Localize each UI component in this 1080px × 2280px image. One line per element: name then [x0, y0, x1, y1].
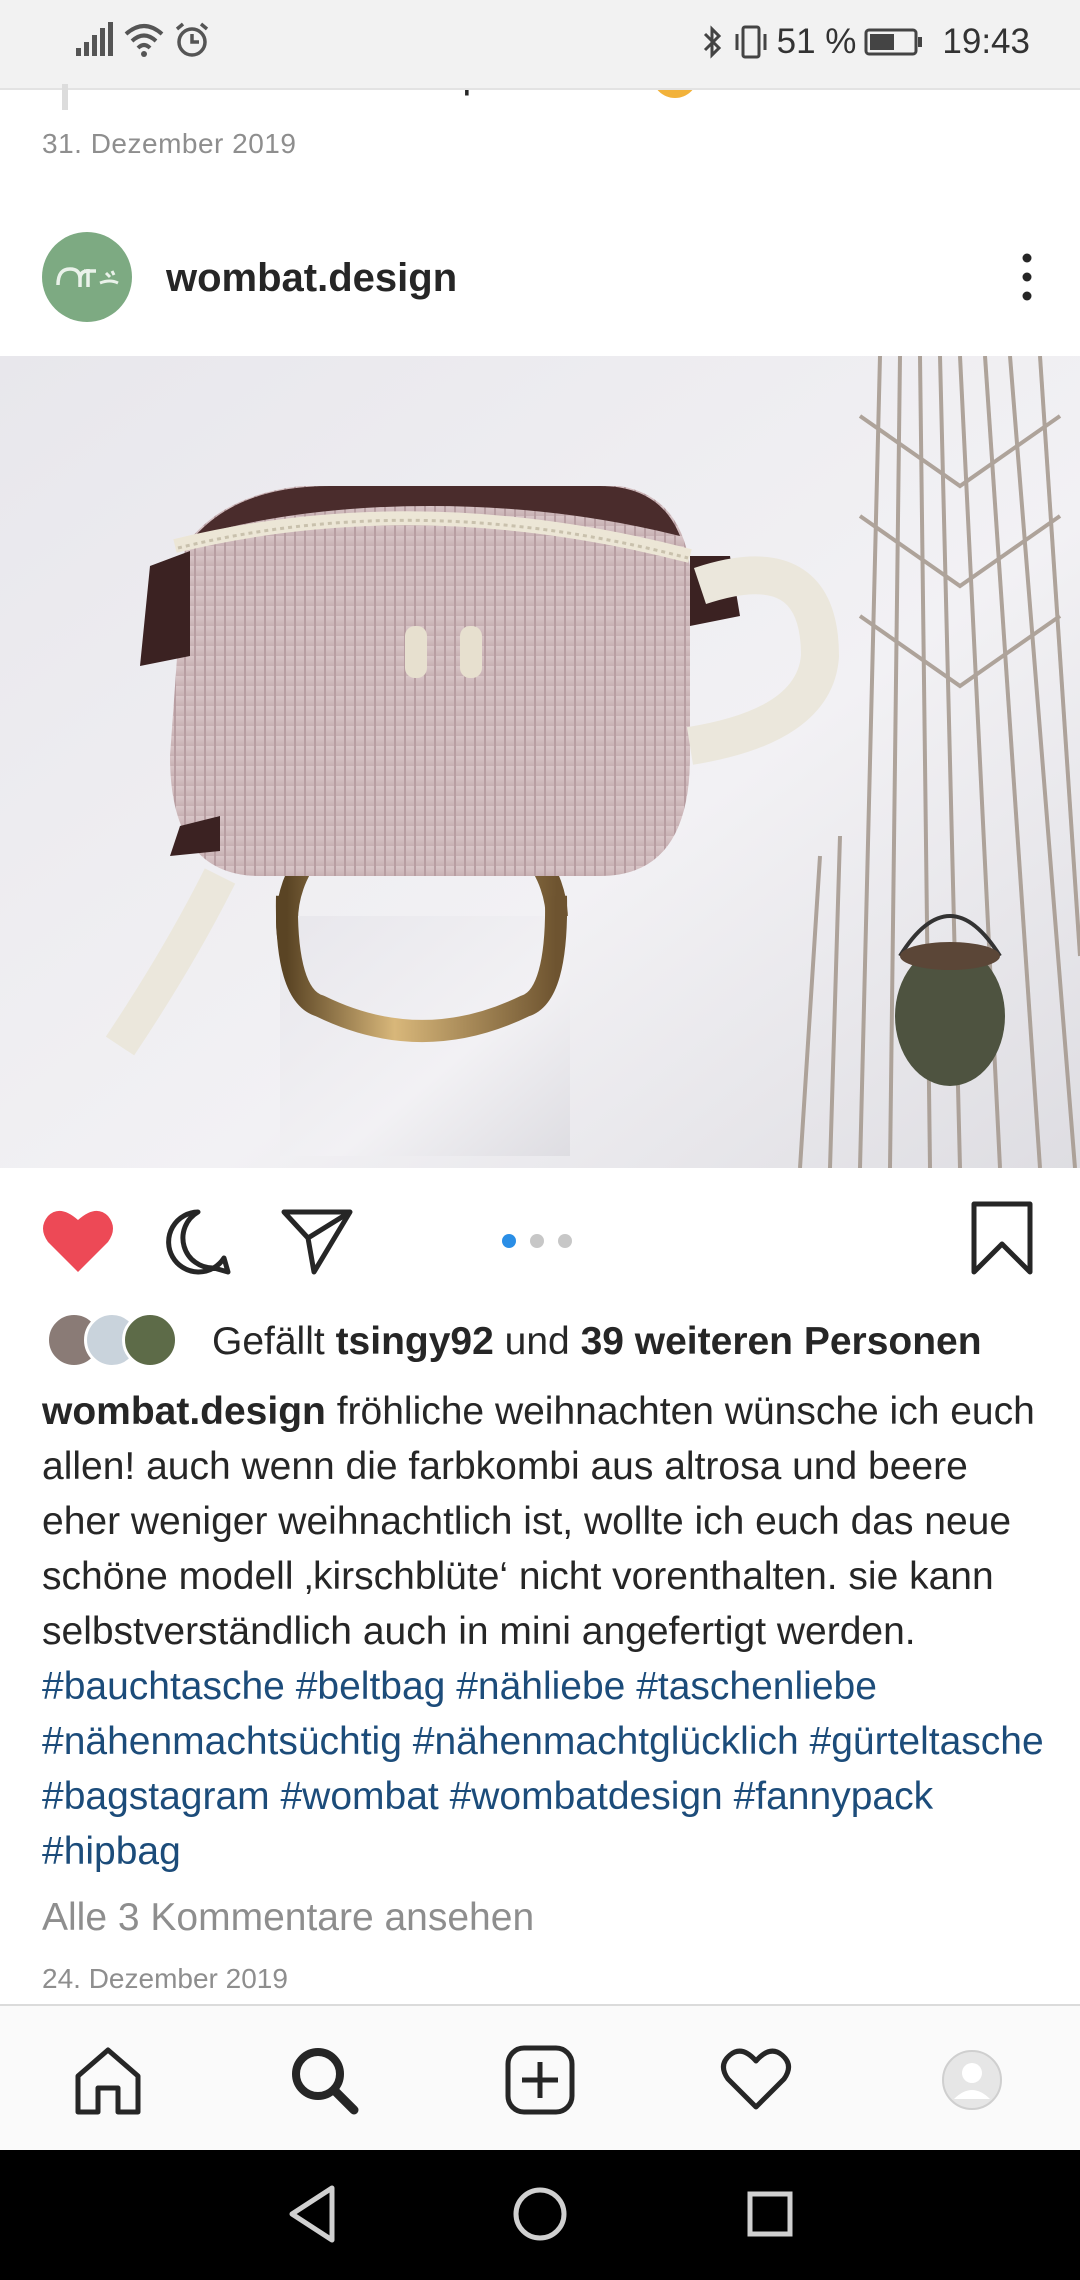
nav-activity[interactable]: [718, 2042, 794, 2118]
post-date: 24. Dezember 2019: [42, 1963, 288, 1994]
hashtag-link[interactable]: #nähliebe: [456, 1665, 625, 1708]
liker-avatars: [46, 1312, 186, 1368]
likes-row[interactable]: Gefällt tsingy92 und 39 weiteren Persone…: [42, 1310, 1042, 1372]
system-navigation-bar: [0, 2150, 1080, 2280]
hashtag-link[interactable]: #fannypack: [734, 1775, 933, 1818]
like-heart-icon[interactable]: [40, 1206, 116, 1276]
more-options-icon[interactable]: [1012, 252, 1042, 302]
carousel-indicator: [502, 1234, 572, 1248]
hashtag-list: #bauchtasche #beltbag #nähliebe #taschen…: [42, 1665, 1044, 1873]
likes-text: Gefällt tsingy92 und 39 weiteren Persone…: [212, 1320, 982, 1364]
post-photo[interactable]: [0, 356, 1080, 1168]
post-username[interactable]: wombat.design: [166, 256, 457, 301]
activity-icon: [721, 2048, 791, 2110]
battery-icon: [864, 28, 923, 56]
hashtag-link[interactable]: #taschenliebe: [636, 1665, 877, 1708]
battery-percent: 51 %: [776, 22, 857, 61]
bluetooth-icon: [703, 25, 721, 59]
hashtag-link[interactable]: #wombatdesign: [450, 1775, 723, 1818]
bottom-navigation: [0, 2004, 1080, 2150]
hashtag-link[interactable]: #beltbag: [296, 1665, 446, 1708]
search-icon: [292, 2048, 359, 2115]
vibrate-icon: [735, 25, 767, 59]
post-actions: [0, 1196, 1080, 1276]
post-caption: wombat.design fröhliche weihnachten wüns…: [42, 1384, 1052, 1879]
likes-conjunction: und: [504, 1320, 570, 1363]
caption-username[interactable]: wombat.design: [42, 1390, 326, 1433]
recents-icon[interactable]: [742, 2182, 798, 2246]
hashtag-link[interactable]: #nähenmachtglücklich: [413, 1720, 799, 1763]
avatar[interactable]: [42, 232, 132, 322]
previous-post-divider: [62, 84, 68, 110]
carousel-dot: [558, 1234, 572, 1248]
back-icon[interactable]: [284, 2182, 340, 2246]
comment-icon[interactable]: [162, 1206, 234, 1278]
bookmark-icon[interactable]: [968, 1200, 1036, 1276]
share-icon[interactable]: [280, 1206, 354, 1276]
nav-profile[interactable]: [934, 2042, 1010, 2118]
view-comments-link[interactable]: Alle 3 Kommentare ansehen: [42, 1896, 534, 1940]
likes-others[interactable]: 39 weiteren Personen: [581, 1320, 982, 1363]
home-icon: [75, 2047, 141, 2115]
status-bar: 51 % 19:43: [0, 0, 1080, 90]
home-circle-icon[interactable]: [510, 2182, 570, 2246]
wombat-logo-icon: [56, 267, 119, 287]
hashtag-link[interactable]: #bauchtasche: [42, 1665, 285, 1708]
clock: 19:43: [942, 22, 1030, 61]
previous-post-date: 31. Dezember 2019: [42, 128, 297, 159]
hashtag-link[interactable]: #hipbag: [42, 1830, 181, 1873]
nav-home[interactable]: [70, 2042, 146, 2118]
likes-prefix: Gefällt: [212, 1320, 325, 1363]
new-post-icon: [505, 2045, 575, 2115]
liker-username[interactable]: tsingy92: [336, 1320, 494, 1363]
profile-icon: [942, 2050, 1002, 2110]
wifi-icon: [124, 24, 164, 57]
hashtag-link[interactable]: #bagstagram: [42, 1775, 270, 1818]
carousel-dot: [530, 1234, 544, 1248]
hashtag-link[interactable]: #wombat: [280, 1775, 438, 1818]
signal-icon: [76, 22, 113, 56]
carousel-dot: [502, 1234, 516, 1248]
avatar: [122, 1312, 178, 1368]
nav-search[interactable]: [286, 2042, 362, 2118]
post-header: wombat.design: [42, 232, 1042, 322]
hashtag-link[interactable]: #nähenmachtsüchtig: [42, 1720, 402, 1763]
hashtag-link[interactable]: #gürteltasche: [810, 1720, 1044, 1763]
alarm-icon: [175, 22, 209, 57]
nav-new-post[interactable]: [502, 2042, 578, 2118]
